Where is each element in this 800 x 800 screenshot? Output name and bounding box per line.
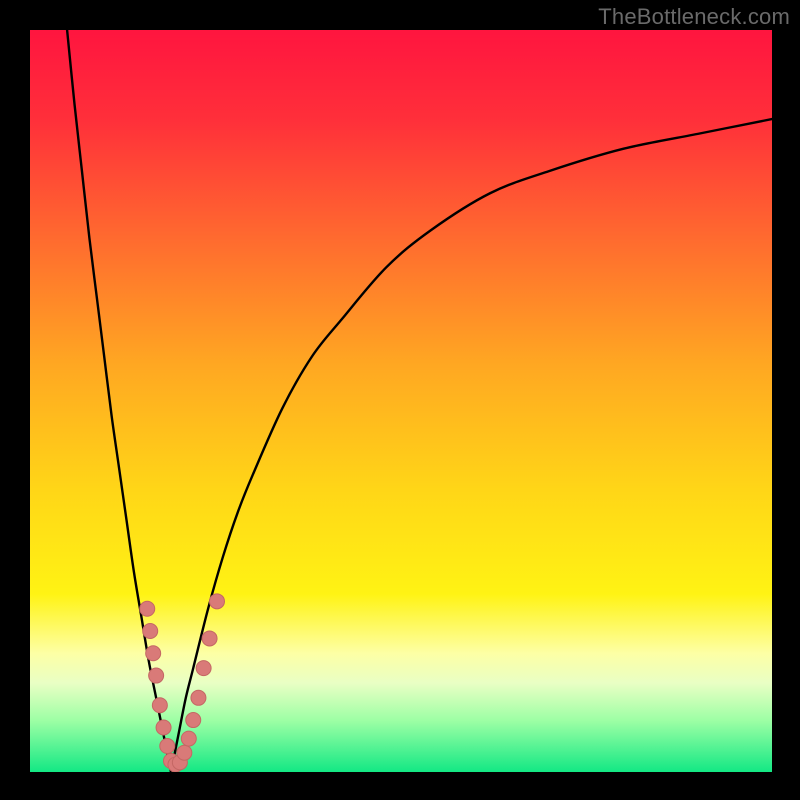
chart-svg bbox=[30, 30, 772, 772]
data-point bbox=[149, 668, 164, 683]
chart-stage: TheBottleneck.com bbox=[0, 0, 800, 800]
data-point bbox=[186, 713, 201, 728]
data-point bbox=[202, 631, 217, 646]
data-point bbox=[146, 646, 161, 661]
watermark-text: TheBottleneck.com bbox=[598, 4, 790, 30]
data-point bbox=[196, 661, 211, 676]
curve-right-branch bbox=[171, 119, 772, 772]
data-point bbox=[156, 720, 171, 735]
data-point bbox=[143, 624, 158, 639]
data-point bbox=[140, 601, 155, 616]
data-point bbox=[160, 739, 175, 754]
plot-area bbox=[30, 30, 772, 772]
data-point bbox=[177, 745, 192, 760]
data-point bbox=[209, 594, 224, 609]
data-point bbox=[152, 698, 167, 713]
data-point bbox=[181, 731, 196, 746]
data-point bbox=[191, 690, 206, 705]
